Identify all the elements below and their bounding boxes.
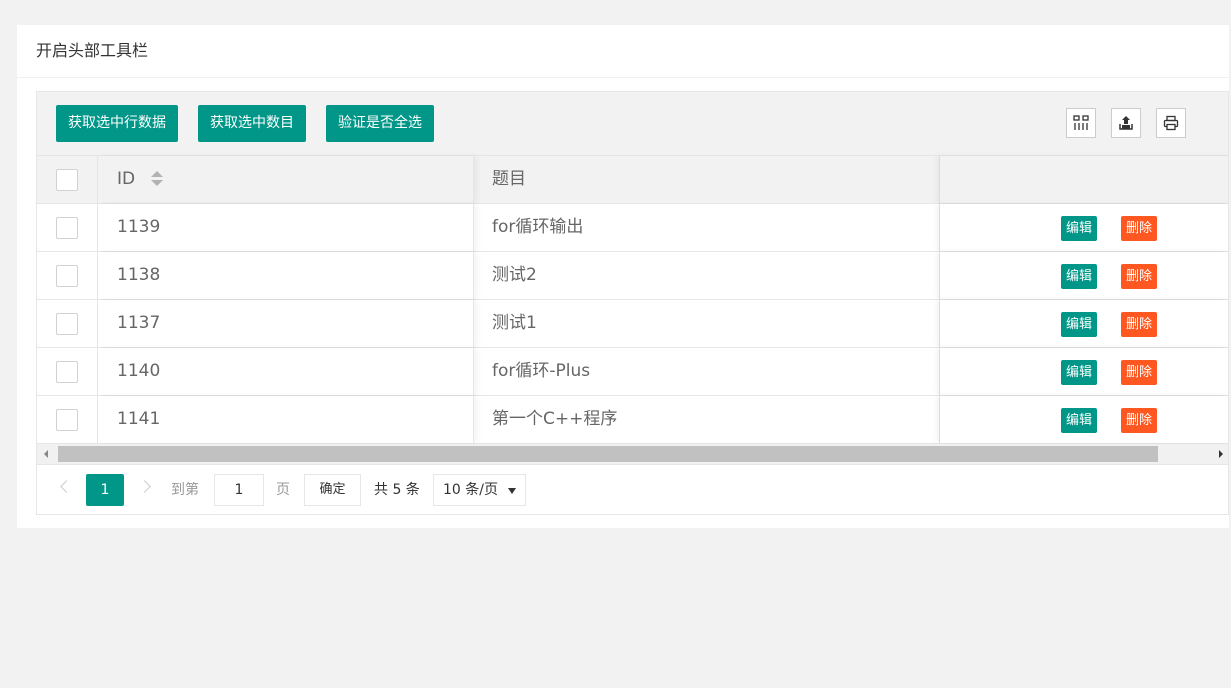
print-icon[interactable] (1156, 108, 1186, 138)
row-title: 测试2 (474, 252, 940, 299)
row-id: 1137 (98, 300, 474, 347)
row-ops: 编辑 删除 (940, 300, 1228, 347)
scroll-left-icon[interactable] (44, 450, 48, 458)
edit-button[interactable]: 编辑 (1061, 360, 1098, 385)
row-checkbox-cell (37, 300, 98, 347)
delete-button[interactable]: 删除 (1121, 264, 1158, 289)
delete-button[interactable]: 删除 (1121, 360, 1158, 385)
row-checkbox-cell (37, 252, 98, 299)
row-title: for循环-Plus (474, 348, 940, 395)
scrollbar-thumb[interactable] (58, 446, 1158, 462)
goto-prefix: 到第 (171, 482, 199, 498)
row-title: for循环输出 (474, 204, 940, 251)
row-id: 1140 (98, 348, 474, 395)
total-count: 共 5 条 (374, 482, 420, 498)
row-checkbox[interactable] (56, 361, 78, 383)
header-ops (940, 156, 1228, 203)
row-title: 测试1 (474, 300, 940, 347)
delete-button[interactable]: 删除 (1121, 216, 1158, 241)
page-size-value: 10 条/页 (443, 482, 498, 498)
table-row: 1137 测试1 编辑 删除 (37, 300, 1228, 348)
confirm-button[interactable]: 确定 (304, 474, 361, 506)
table-row: 1141 第一个C++程序 编辑 删除 (37, 396, 1228, 444)
prev-page-icon[interactable] (60, 480, 73, 493)
row-ops: 编辑 删除 (940, 204, 1228, 251)
check-all-selected-button[interactable]: 验证是否全选 (326, 105, 434, 142)
table-row: 1140 for循环-Plus 编辑 删除 (37, 348, 1228, 396)
row-checkbox-cell (37, 204, 98, 251)
edit-button[interactable]: 编辑 (1061, 408, 1098, 433)
table-header: ID 题目 (37, 156, 1228, 204)
row-id: 1138 (98, 252, 474, 299)
row-checkbox-cell (37, 396, 98, 443)
row-checkbox[interactable] (56, 409, 78, 431)
select-all-checkbox[interactable] (56, 169, 78, 191)
delete-button[interactable]: 删除 (1121, 312, 1158, 337)
get-selected-rows-button[interactable]: 获取选中行数据 (56, 105, 178, 142)
horizontal-scrollbar[interactable] (37, 444, 1228, 464)
get-selected-count-button[interactable]: 获取选中数目 (198, 105, 306, 142)
row-ops: 编辑 删除 (940, 252, 1228, 299)
delete-button[interactable]: 删除 (1121, 408, 1158, 433)
row-id: 1141 (98, 396, 474, 443)
table-row: 1138 测试2 编辑 删除 (37, 252, 1228, 300)
current-page-button[interactable]: 1 (86, 474, 124, 506)
row-checkbox[interactable] (56, 217, 78, 239)
scroll-right-icon[interactable] (1219, 450, 1223, 458)
row-checkbox-cell (37, 348, 98, 395)
table-toolbar: 获取选中行数据 获取选中数目 验证是否全选 (37, 92, 1228, 156)
next-page-icon[interactable] (138, 480, 151, 493)
sort-icon[interactable] (150, 171, 163, 187)
row-checkbox[interactable] (56, 265, 78, 287)
row-ops: 编辑 删除 (940, 396, 1228, 443)
pagination: 1 到第 1 页 确定 共 5 条 10 条/页 (37, 464, 1228, 514)
card-title: 开启头部工具栏 (17, 25, 1229, 78)
row-ops: 编辑 删除 (940, 348, 1228, 395)
header-id[interactable]: ID (98, 156, 474, 203)
edit-button[interactable]: 编辑 (1061, 216, 1098, 241)
header-title: 题目 (474, 156, 940, 203)
row-checkbox[interactable] (56, 313, 78, 335)
columns-filter-icon[interactable] (1066, 108, 1096, 138)
edit-button[interactable]: 编辑 (1061, 264, 1098, 289)
header-checkbox-cell (37, 156, 98, 203)
edit-button[interactable]: 编辑 (1061, 312, 1098, 337)
row-id: 1139 (98, 204, 474, 251)
table-row: 1139 for循环输出 编辑 删除 (37, 204, 1228, 252)
chevron-down-icon (508, 488, 516, 494)
page-size-select[interactable]: 10 条/页 (433, 474, 526, 506)
header-id-label: ID (117, 169, 136, 189)
data-table: 获取选中行数据 获取选中数目 验证是否全选 ID 题目 1139 for循环输出… (36, 91, 1229, 515)
export-icon[interactable] (1111, 108, 1141, 138)
table-card: 开启头部工具栏 获取选中行数据 获取选中数目 验证是否全选 ID 题目 1139… (17, 25, 1229, 528)
goto-page-input[interactable]: 1 (214, 474, 264, 506)
row-title: 第一个C++程序 (474, 396, 940, 443)
goto-suffix: 页 (276, 482, 290, 498)
